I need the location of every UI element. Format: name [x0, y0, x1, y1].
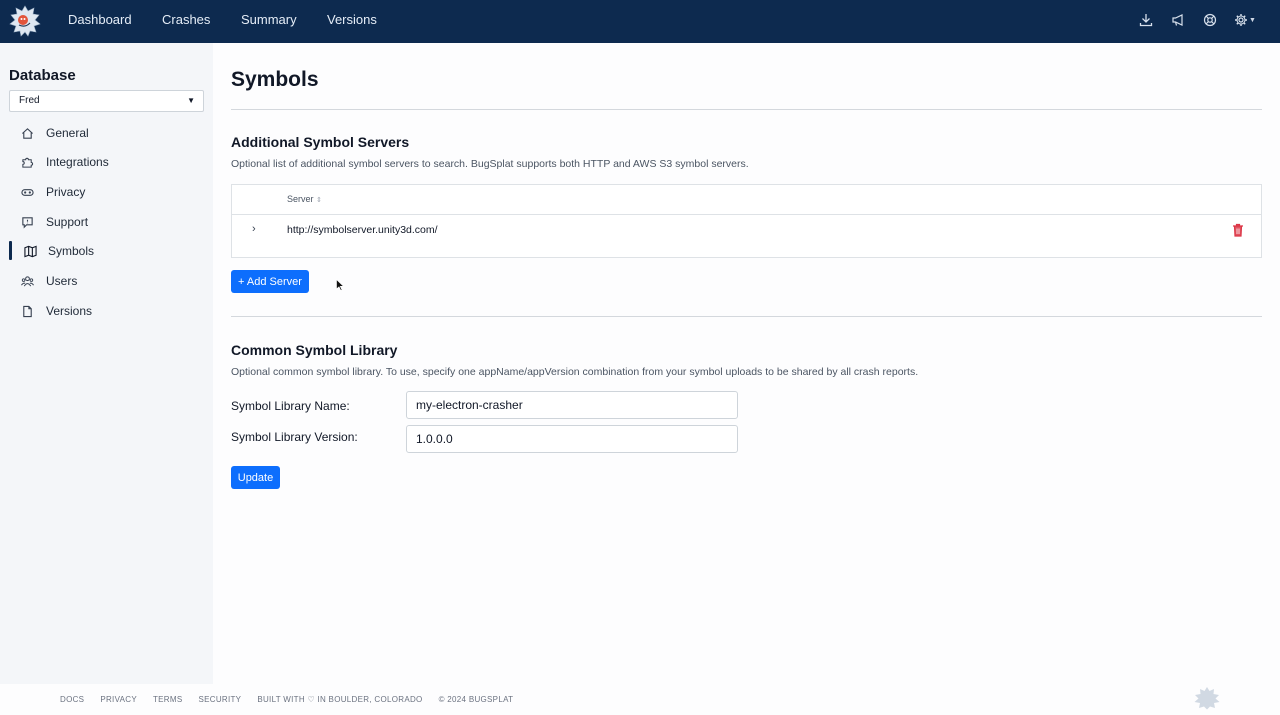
symbol-library-version-input[interactable] [406, 425, 738, 453]
library-section-title: Common Symbol Library [231, 342, 398, 358]
symbol-library-name-input[interactable] [406, 391, 738, 419]
servers-section-title: Additional Symbol Servers [231, 134, 410, 150]
nav-summary[interactable]: Summary [241, 12, 297, 27]
column-header-label: Server [287, 194, 314, 204]
library-section-description: Optional common symbol library. To use, … [231, 366, 919, 378]
sort-icon: ⇕ [316, 197, 322, 204]
sidebar-item-privacy[interactable]: Privacy [9, 180, 204, 204]
chevron-down-icon: ▼ [187, 96, 195, 105]
footer-built-with: BUILT WITH ♡ IN BOULDER, COLORADO [257, 695, 423, 704]
table-row-server-url: http://symbolserver.unity3d.com/ [287, 224, 438, 236]
sidebar-item-label: Versions [46, 304, 93, 318]
mask-icon [20, 185, 34, 199]
page-title: Symbols [231, 68, 319, 91]
footer-links: DOCS PRIVACY TERMS SECURITY BUILT WITH ♡… [60, 695, 529, 704]
footer-link-docs[interactable]: DOCS [60, 695, 84, 704]
sidebar-item-general[interactable]: General [9, 121, 204, 145]
database-select-value: Fred [19, 95, 40, 106]
sidebar-item-label: Support [46, 215, 89, 229]
symbol-library-name-label: Symbol Library Name: [231, 399, 350, 413]
sidebar-item-label: Integrations [46, 155, 109, 169]
footer-link-security[interactable]: SECURITY [198, 695, 241, 704]
sidebar: Database Fred ▼ General Integrations Pri… [0, 43, 213, 684]
top-navbar: Dashboard Crashes Summary Versions ▼ [0, 0, 1280, 43]
update-button[interactable]: Update [231, 466, 280, 489]
sidebar-item-versions[interactable]: Versions [9, 299, 204, 323]
sidebar-item-support[interactable]: Support [9, 210, 204, 234]
users-icon [20, 274, 34, 288]
sidebar-item-label: Users [46, 274, 78, 288]
servers-table: Server ⇕ › http://symbolserver.unity3d.c… [231, 184, 1262, 258]
sidebar-item-symbols[interactable]: Symbols [9, 239, 204, 263]
table-header-divider [232, 214, 1261, 215]
download-icon[interactable] [1138, 11, 1154, 29]
chat-icon [20, 215, 34, 229]
main-content: Symbols Additional Symbol Servers Option… [213, 43, 1280, 684]
settings-icon[interactable]: ▼ [1234, 11, 1256, 29]
add-server-button[interactable]: + Add Server [231, 270, 309, 293]
row-expand-chevron-icon[interactable]: › [252, 223, 256, 235]
map-icon [23, 244, 37, 258]
nav-versions[interactable]: Versions [327, 12, 377, 27]
navbar-actions: ▼ [1138, 11, 1256, 29]
sidebar-title: Database [9, 67, 76, 84]
mouse-cursor-icon [336, 278, 345, 291]
bugsplat-footer-logo-icon [1193, 686, 1221, 710]
nav-crashes[interactable]: Crashes [162, 12, 210, 27]
footer-copyright: © 2024 BUGSPLAT [438, 695, 514, 704]
help-circle-icon[interactable] [1202, 11, 1218, 29]
sidebar-item-label: General [46, 126, 89, 140]
sidebar-item-users[interactable]: Users [9, 269, 204, 293]
divider [231, 109, 1262, 110]
sidebar-item-integrations[interactable]: Integrations [9, 150, 204, 174]
database-select[interactable]: Fred ▼ [9, 90, 204, 112]
servers-section-description: Optional list of additional symbol serve… [231, 158, 749, 170]
chevron-down-icon: ▼ [1249, 16, 1256, 24]
symbol-library-version-label: Symbol Library Version: [231, 430, 358, 444]
delete-trash-icon[interactable] [1232, 223, 1244, 237]
footer: DOCS PRIVACY TERMS SECURITY BUILT WITH ♡… [0, 684, 1280, 715]
nav-dashboard[interactable]: Dashboard [68, 12, 132, 27]
sidebar-item-label: Privacy [46, 185, 86, 199]
file-icon [20, 304, 34, 318]
home-icon [20, 126, 34, 140]
sidebar-item-label: Symbols [48, 244, 95, 258]
megaphone-icon[interactable] [1170, 11, 1186, 29]
puzzle-icon [20, 155, 34, 169]
footer-link-privacy[interactable]: PRIVACY [100, 695, 137, 704]
bugsplat-logo-icon[interactable] [8, 4, 42, 38]
column-header-server[interactable]: Server ⇕ [287, 194, 322, 204]
divider [231, 316, 1262, 317]
footer-link-terms[interactable]: TERMS [153, 695, 183, 704]
